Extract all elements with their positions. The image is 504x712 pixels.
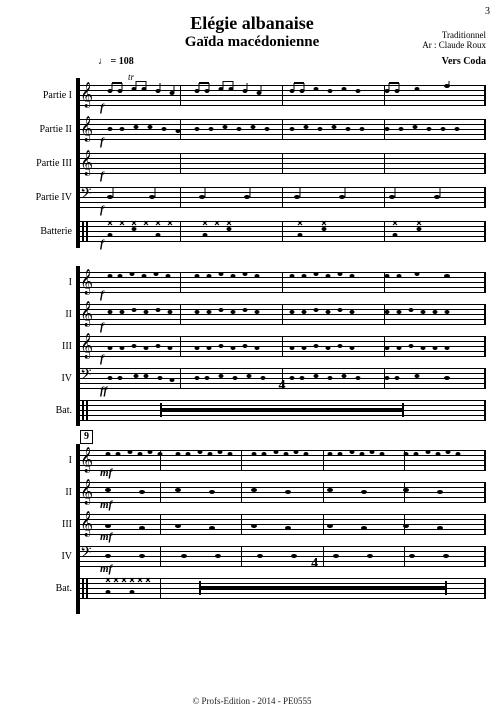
part-label-s2-2: II bbox=[18, 309, 78, 320]
dynamic-f: f bbox=[100, 238, 104, 250]
bass-clef-icon: 𝄢 bbox=[80, 186, 92, 204]
notes-s2-1 bbox=[92, 268, 472, 296]
piece-title: Elégie albanaise bbox=[18, 14, 486, 34]
part-label-s3-1: I bbox=[18, 455, 78, 466]
notes-s3-1 bbox=[92, 446, 472, 474]
staff-s3-1: I 𝄞 mf bbox=[18, 444, 486, 476]
part-label-3: Partie III bbox=[18, 158, 78, 169]
notes-s2-2 bbox=[92, 300, 472, 328]
bass-clef-icon: 𝄢 bbox=[80, 545, 92, 563]
arranger-text: Ar : Claude Roux bbox=[422, 40, 486, 50]
page-number: 3 bbox=[485, 6, 490, 17]
part-label-s3-bat: Bat. bbox=[18, 583, 78, 594]
notes-s3-3 bbox=[92, 510, 472, 538]
score-page: 3 Elégie albanaise Gaïda macédonienne Tr… bbox=[0, 0, 504, 712]
part-label-s2-bat: Bat. bbox=[18, 405, 78, 416]
credits: Traditionnel Ar : Claude Roux bbox=[422, 30, 486, 51]
notes-partie-1 bbox=[92, 81, 472, 109]
notes-partie-4 bbox=[92, 183, 472, 211]
staff-s3-bat: Bat. bbox=[18, 572, 486, 604]
staff-s2-bat: Bat. 4 bbox=[18, 394, 486, 426]
rehearsal-mark-9: 9 bbox=[80, 430, 93, 444]
staff-s2-3: III 𝄞 f bbox=[18, 330, 486, 362]
staff-partie-3: Partie III 𝄞 f bbox=[18, 146, 486, 180]
staff-s3-4: IV 𝄢 mf bbox=[18, 540, 486, 572]
part-label-s2-4: IV bbox=[18, 373, 78, 384]
piece-subtitle: Gaïda macédonienne bbox=[18, 34, 486, 51]
notes-batterie bbox=[92, 217, 472, 245]
part-label-1: Partie I bbox=[18, 90, 78, 101]
treble-clef-icon: 𝄞 bbox=[80, 152, 93, 174]
notes-s3-4 bbox=[92, 542, 472, 570]
percussion-clef-icon bbox=[82, 400, 88, 420]
system-3: 9 I 𝄞 mf bbox=[18, 444, 486, 614]
staff-partie-4: Partie IV 𝄢 bbox=[18, 180, 486, 214]
part-label-s3-4: IV bbox=[18, 551, 78, 562]
part-label-bat: Batterie bbox=[18, 226, 78, 237]
percussion-clef-icon bbox=[82, 578, 88, 598]
part-label-s3-2: II bbox=[18, 487, 78, 498]
notes-s3-2 bbox=[92, 478, 472, 506]
staff-s3-2: II 𝄞 mf bbox=[18, 476, 486, 508]
staff-s3-3: III 𝄞 mf bbox=[18, 508, 486, 540]
staff-partie-1: Partie I 𝄞 bbox=[18, 78, 486, 112]
tempo-marking: ♩ = 108 bbox=[98, 56, 134, 67]
part-label-2: Partie II bbox=[18, 124, 78, 135]
bass-clef-icon: 𝄢 bbox=[80, 367, 92, 385]
staff-batterie: Batterie bbox=[18, 214, 486, 248]
footer-copyright: © Profs-Edition - 2014 - PE0555 bbox=[0, 696, 504, 706]
staff-s2-1: I 𝄞 f bbox=[18, 266, 486, 298]
staff-partie-2: Partie II 𝄞 f bbox=[18, 112, 486, 146]
vers-coda-marking: Vers Coda bbox=[442, 56, 486, 67]
trill-marking: tr bbox=[128, 72, 134, 82]
header: Elégie albanaise Gaïda macédonienne bbox=[18, 14, 486, 50]
percussion-clef-icon bbox=[82, 221, 88, 241]
system-2: I 𝄞 f II bbox=[18, 266, 486, 426]
part-label-s2-3: III bbox=[18, 341, 78, 352]
part-label-s2-1: I bbox=[18, 277, 78, 288]
notes-s2-3 bbox=[92, 332, 472, 360]
multirest-bar bbox=[199, 586, 447, 590]
staff-s2-2: II 𝄞 f bbox=[18, 298, 486, 330]
notes-partie-2 bbox=[92, 115, 472, 143]
tempo-row: ♩ = 108 Vers Coda bbox=[18, 56, 486, 70]
system-1: Partie I 𝄞 bbox=[18, 78, 486, 248]
staff-s2-4: IV 𝄢 ff bbox=[18, 362, 486, 394]
composer-text: Traditionnel bbox=[422, 30, 486, 40]
part-label-s3-3: III bbox=[18, 519, 78, 530]
multirest-count: 4 bbox=[279, 378, 286, 394]
multirest-bar bbox=[160, 408, 405, 412]
part-label-4: Partie IV bbox=[18, 192, 78, 203]
multirest-count: 4 bbox=[311, 556, 318, 572]
